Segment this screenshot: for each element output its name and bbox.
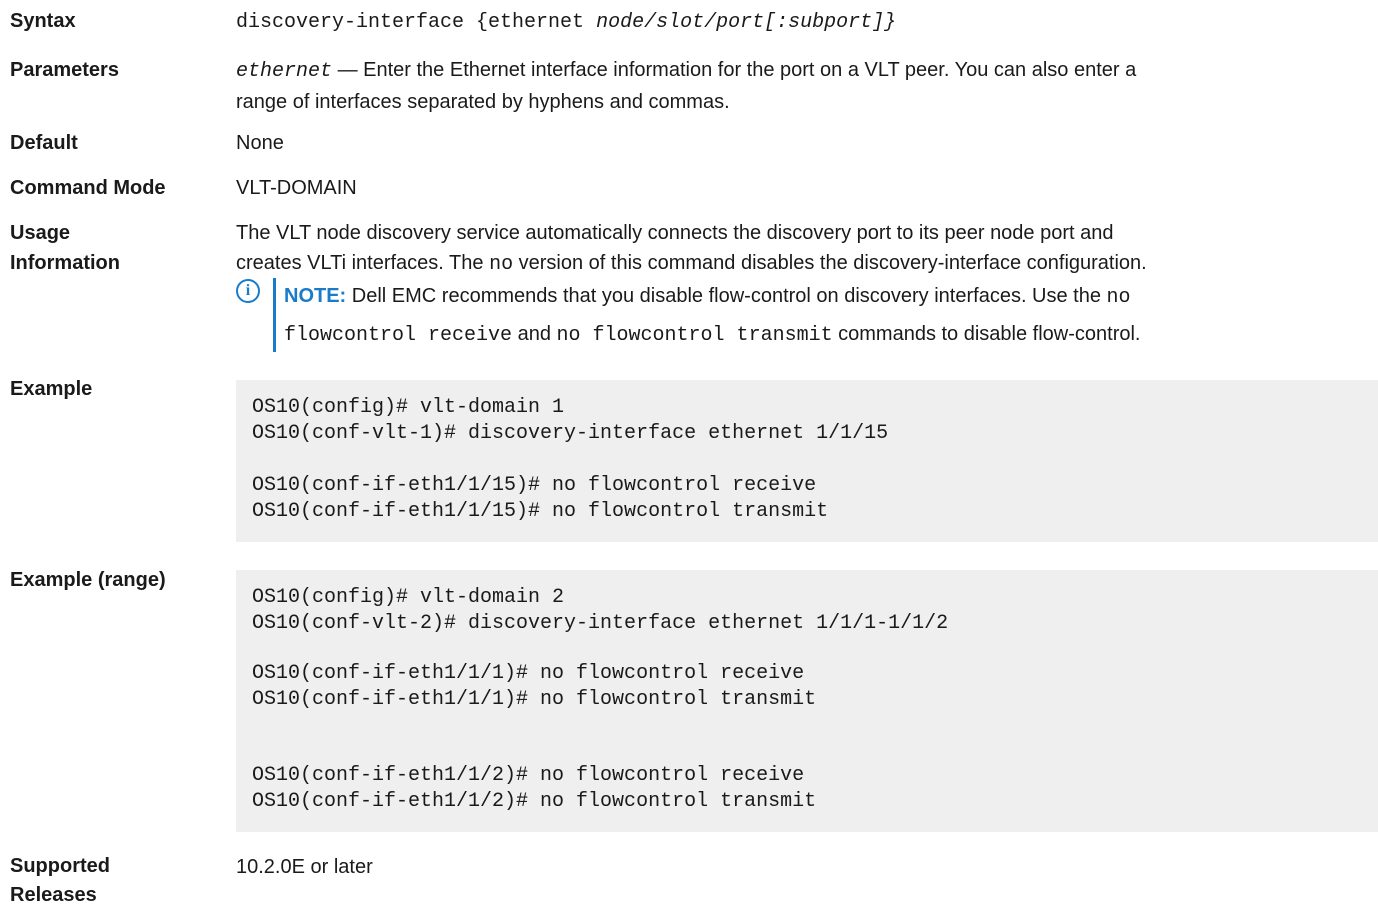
note-text: NOTE: Dell EMC recommends that you disab…: [284, 278, 1378, 354]
note-code-no: no: [1106, 286, 1131, 309]
example-range-label: Example (range): [10, 569, 166, 591]
example-range-code-line: OS10(conf-vlt-2)# discovery-interface et…: [252, 612, 949, 635]
example-code-line: OS10(conf-if-eth1/1/15)# no flowcontrol …: [252, 474, 817, 497]
syntax-command: discovery-interface {ethernet: [236, 11, 597, 34]
usage-label-line-2: Information: [10, 252, 120, 274]
example-range-code-line: OS10(conf-if-eth1/1/2)# no flowcontrol t…: [252, 790, 817, 813]
example-range-code-line: OS10(config)# vlt-domain 2: [252, 586, 565, 609]
parameters-label: Parameters: [10, 59, 119, 81]
example-range-code-line: OS10(conf-if-eth1/1/1)# no flowcontrol t…: [252, 688, 817, 711]
info-icon: i: [236, 279, 260, 303]
default-value: None: [236, 132, 284, 154]
parameter-description: — Enter the Ethernet interface informati…: [332, 59, 1137, 81]
note-accent-bar: [273, 278, 276, 352]
supported-label-line-2: Releases: [10, 884, 97, 906]
usage-label-line-1: Usage: [10, 222, 71, 244]
example-code-line: OS10(config)# vlt-domain 1: [252, 396, 565, 419]
default-label: Default: [10, 132, 78, 154]
syntax-args: node/slot/port[:subport]}: [596, 11, 897, 34]
note-code-transmit: no flowcontrol transmit: [556, 324, 833, 347]
note-line-1: NOTE: Dell EMC recommends that you disab…: [284, 278, 1378, 316]
parameters-line-2: range of interfaces separated by hyphens…: [236, 91, 730, 113]
example-range-code-block: OS10(config)# vlt-domain 2 OS10(conf-vlt…: [236, 570, 1378, 832]
usage-label: Usage Information: [10, 218, 225, 278]
command-mode-label: Command Mode: [10, 177, 166, 199]
example-code-line: OS10(conf-vlt-1)# discovery-interface et…: [252, 422, 889, 445]
parameter-name: ethernet: [236, 60, 333, 83]
usage-code-no: no: [489, 253, 514, 276]
note-block: i NOTE: Dell EMC recommends that you dis…: [236, 278, 1378, 352]
usage-text-b: version of this command disables the dis…: [513, 252, 1147, 274]
supported-value: 10.2.0E or later: [236, 856, 373, 878]
note-code-receive: flowcontrol receive: [284, 324, 513, 347]
supported-label-line-1: Supported: [10, 855, 110, 877]
usage-line-1: The VLT node discovery service automatic…: [236, 222, 1114, 244]
note-text-and: and: [512, 323, 557, 345]
note-label: NOTE:: [284, 285, 347, 307]
example-code-block: OS10(config)# vlt-domain 1 OS10(conf-vlt…: [236, 380, 1378, 542]
syntax-value: discovery-interface {ethernet node/slot/…: [236, 6, 1378, 38]
command-mode-value: VLT-DOMAIN: [236, 177, 357, 199]
usage-value: The VLT node discovery service automatic…: [236, 218, 1378, 280]
note-line-2: flowcontrol receive and no flowcontrol t…: [284, 316, 1378, 354]
syntax-label: Syntax: [10, 10, 76, 32]
example-code-line: OS10(conf-if-eth1/1/15)# no flowcontrol …: [252, 500, 829, 523]
usage-text-a: creates VLTi interfaces. The: [236, 252, 490, 274]
usage-line-2: creates VLTi interfaces. The no version …: [236, 248, 1378, 280]
note-text-b: commands to disable flow-control.: [832, 323, 1141, 345]
example-range-code-line: OS10(conf-if-eth1/1/1)# no flowcontrol r…: [252, 662, 805, 685]
parameters-value: ethernet — Enter the Ethernet interface …: [236, 55, 1378, 117]
supported-label: Supported Releases: [10, 852, 225, 910]
parameters-line-1: ethernet — Enter the Ethernet interface …: [236, 55, 1378, 87]
example-range-code-line: OS10(conf-if-eth1/1/2)# no flowcontrol r…: [252, 764, 805, 787]
note-text-a: Dell EMC recommends that you disable flo…: [346, 285, 1107, 307]
example-label: Example: [10, 378, 93, 400]
